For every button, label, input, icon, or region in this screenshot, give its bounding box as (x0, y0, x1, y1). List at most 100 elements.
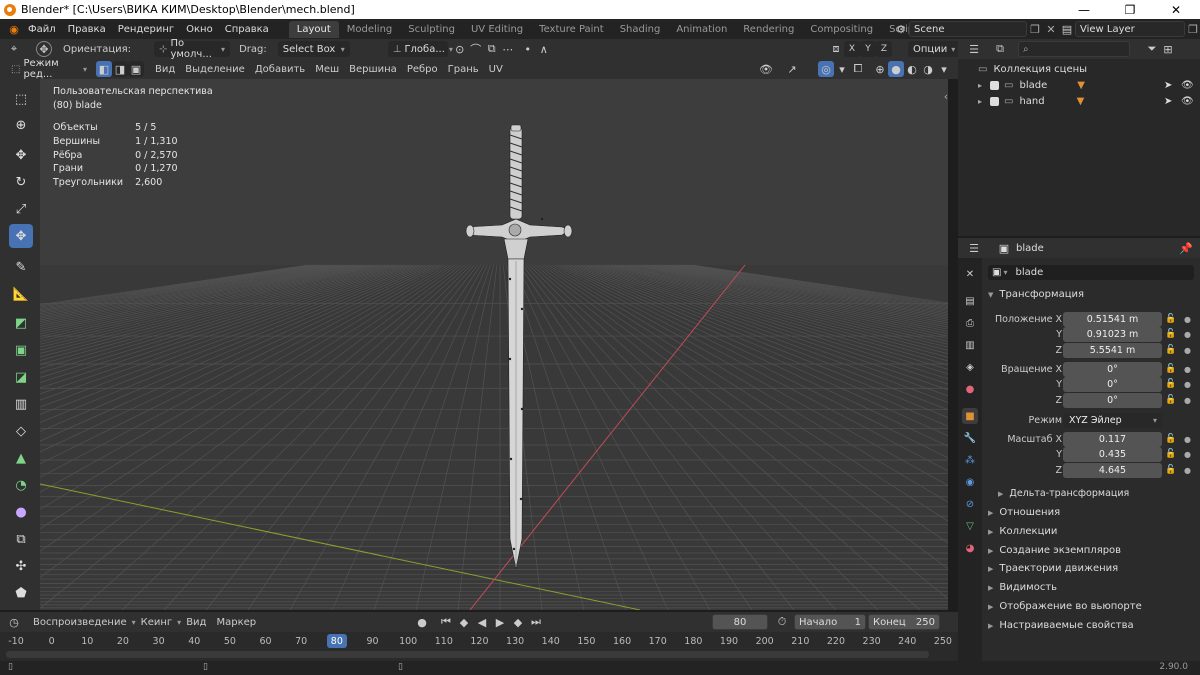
tab-compositing[interactable]: Compositing (802, 21, 881, 38)
rotation-z-field[interactable]: 0° (1063, 392, 1162, 408)
lock-icon[interactable]: 🔓 (1165, 379, 1176, 389)
jump-start-icon[interactable]: ⏮ (438, 614, 454, 630)
extrude-tool-icon[interactable]: ◩ (9, 311, 33, 335)
outliner-item[interactable]: ▸ ▭ blade ▼ ➤ 👁 (958, 77, 1200, 93)
view-layer-copy-icon[interactable]: ❐ (1185, 21, 1200, 37)
tab-rendering[interactable]: Rendering (735, 21, 802, 38)
keyframe-dot-icon[interactable]: ● (1184, 315, 1191, 324)
play-icon[interactable]: ▶ (492, 614, 508, 630)
xray-icon[interactable]: ⧠ (850, 61, 866, 77)
material-tab-icon[interactable]: ◕ (962, 540, 978, 556)
transform-orientation-dropdown[interactable]: ⊥ Глоба... ▾ (387, 41, 453, 57)
keyframe-dot-icon[interactable]: ● (1184, 450, 1191, 459)
material-shading-icon[interactable]: ◐ (904, 61, 920, 77)
properties-editor-icon[interactable]: ☰ (966, 240, 982, 256)
lock-icon[interactable]: 🔓 (1165, 329, 1176, 339)
smooth-tool-icon[interactable]: ● (9, 500, 33, 524)
rip-tool-icon[interactable]: ⬟ (9, 581, 33, 605)
view-layer-icon[interactable]: ▤ (1059, 21, 1075, 37)
menu-marker[interactable]: Маркер (211, 617, 261, 628)
drag-dropdown[interactable]: Select Box ▾ (277, 41, 350, 57)
outliner-item[interactable]: ▸ ▭ hand ▼ ➤ 👁 (958, 93, 1200, 109)
menu-timeline-view[interactable]: Вид (181, 617, 211, 628)
options-dropdown[interactable]: Опции ▾ (908, 41, 961, 57)
transform-tool-icon[interactable]: ✥ (9, 224, 33, 248)
new-collection-icon[interactable]: ⊞ (1160, 41, 1176, 57)
visibility-icon[interactable]: 👁 (758, 61, 774, 77)
proportional-edit-icon[interactable]: • (520, 41, 536, 57)
prev-keyframe-icon[interactable]: ◆ (456, 614, 472, 630)
lock-icon[interactable]: 🔓 (1165, 449, 1176, 459)
eye-icon[interactable]: 👁 (1181, 96, 1194, 107)
outliner-editor-icon[interactable]: ☰ (966, 41, 982, 57)
rotation-x-field[interactable]: 0° (1063, 361, 1162, 377)
viewport-display-panel-header[interactable]: ▶ Отображение во вьюпорте (988, 601, 1142, 612)
menu-uv[interactable]: UV (484, 64, 508, 75)
vertex-select-icon[interactable]: ◧ (96, 61, 112, 77)
loop-cut-tool-icon[interactable]: ▥ (9, 392, 33, 416)
inset-tool-icon[interactable]: ▣ (9, 338, 33, 362)
rendered-shading-icon[interactable]: ◑ (920, 61, 936, 77)
menu-add[interactable]: Добавить (250, 64, 310, 75)
jump-end-icon[interactable]: ⏭ (528, 614, 544, 630)
timeline[interactable]: -10 0 10 20 30 40 50 60 70 80 90 100 110 120 130 140 150… (0, 632, 958, 661)
blender-menu-icon[interactable]: ◉ (6, 21, 22, 37)
custom-properties-panel-header[interactable]: ▶ Настраиваемые свойства (988, 620, 1134, 631)
rotation-mode-dropdown[interactable]: XYZ Эйлер ▾ (1063, 412, 1162, 428)
current-frame-field[interactable]: 80 (712, 614, 768, 630)
menu-render[interactable]: Рендеринг (112, 24, 180, 35)
rotate-tool-icon[interactable]: ↻ (9, 170, 33, 194)
face-select-icon[interactable]: ▣ (128, 61, 144, 77)
eye-icon[interactable]: 👁 (1181, 80, 1194, 91)
move-tool-icon[interactable]: ✥ (9, 143, 33, 167)
select-box-tool-icon[interactable]: ⬚ (9, 87, 33, 111)
close-button[interactable]: ✕ (1153, 0, 1199, 19)
falloff-icon[interactable]: ∧ (536, 41, 552, 57)
tool-tab-icon[interactable]: ✕ (962, 266, 978, 282)
maximize-button[interactable]: ❐ (1107, 0, 1153, 19)
scene-copy-icon[interactable]: ❐ (1027, 21, 1043, 37)
gizmo-icon[interactable]: ↗ (784, 61, 800, 77)
measure-tool-icon[interactable]: 📐 (9, 282, 33, 306)
location-y-field[interactable]: 0.91023 m (1063, 326, 1162, 342)
mirror-icon[interactable]: ⧈ (828, 41, 844, 57)
bevel-tool-icon[interactable]: ◪ (9, 365, 33, 389)
orientation-dropdown[interactable]: ⊹ По умолч... ▾ (154, 38, 231, 60)
minimize-button[interactable]: — (1061, 0, 1107, 19)
menu-vertex[interactable]: Вершина (344, 64, 402, 75)
scene-icon[interactable]: ⚙ (893, 21, 909, 37)
particles-tab-icon[interactable]: ⁂ (962, 452, 978, 468)
collections-panel-header[interactable]: ▶ Коллекции (988, 526, 1057, 537)
mode-dropdown[interactable]: ⬚ Режим ред... ▾ (6, 58, 92, 80)
keyframe-dot-icon[interactable]: ● (1184, 330, 1191, 339)
world-tab-icon[interactable]: ● (962, 381, 978, 397)
menu-window[interactable]: Окно (180, 24, 219, 35)
edge-select-icon[interactable]: ◨ (112, 61, 128, 77)
checkbox-icon[interactable] (990, 96, 1000, 106)
scene-selector[interactable]: Scene (909, 21, 1027, 37)
menu-mesh[interactable]: Меш (310, 64, 344, 75)
menu-help[interactable]: Справка (219, 24, 275, 35)
stopwatch-icon[interactable]: ⏱ (774, 614, 790, 630)
pivot-point-icon[interactable]: ⊙ (452, 41, 468, 57)
tab-shading[interactable]: Shading (612, 21, 669, 38)
annotate-tool-icon[interactable]: ✎ (9, 255, 33, 279)
edge-slide-tool-icon[interactable]: ⧉ (9, 527, 33, 551)
transform-panel-header[interactable]: ▼ Трансформация (988, 289, 1084, 300)
object-name-field[interactable]: ▣ ▾ blade (988, 265, 1194, 280)
snapping-icon[interactable]: ⧉ (484, 41, 500, 57)
keyframe-dot-icon[interactable]: ● (1184, 346, 1191, 355)
scale-x-field[interactable]: 0.117 (1063, 431, 1162, 447)
scene-tab-icon[interactable]: ◈ (962, 359, 978, 375)
menu-file[interactable]: Файл (22, 24, 62, 35)
visibility-panel-header[interactable]: ▶ Видимость (988, 582, 1057, 593)
next-keyframe-icon[interactable]: ◆ (510, 614, 526, 630)
constraints-tab-icon[interactable]: ⊘ (962, 496, 978, 512)
overlays-icon[interactable]: ◎ (818, 61, 834, 77)
tab-uv-editing[interactable]: UV Editing (463, 21, 531, 38)
lock-icon[interactable]: 🔓 (1165, 465, 1176, 475)
scale-y-field[interactable]: 0.435 (1063, 446, 1162, 462)
sidebar-toggle-icon[interactable]: ‹ (938, 88, 954, 104)
checkbox-icon[interactable] (990, 80, 1000, 90)
menu-face[interactable]: Грань (443, 64, 484, 75)
